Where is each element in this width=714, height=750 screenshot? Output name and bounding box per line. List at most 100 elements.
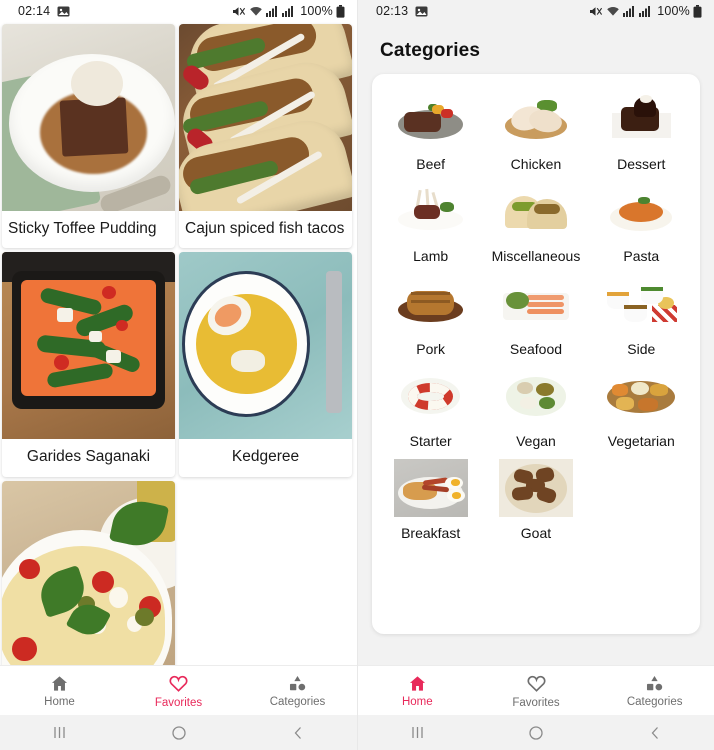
category-item-goat[interactable]: Goat: [483, 453, 588, 545]
status-bar-left: 02:13: [376, 4, 428, 18]
status-bar: 02:13 100%: [358, 0, 714, 22]
tab-favorites[interactable]: Favorites: [477, 673, 596, 709]
category-thumbnail: [498, 459, 573, 518]
page-title: Categories: [380, 40, 481, 61]
signal-icon: [266, 5, 279, 17]
bottom-tab-bar: Home Favorites Categories: [0, 665, 357, 715]
category-item-starter[interactable]: Starter: [378, 361, 483, 453]
home-button[interactable]: [477, 725, 596, 741]
category-thumbnail: [604, 366, 679, 425]
tab-home[interactable]: Home: [0, 674, 119, 708]
favorites-list[interactable]: Sticky Toffee Pudding Cajun spiced fish …: [0, 22, 357, 665]
meal-card[interactable]: Cajun spiced fish tacos: [179, 24, 352, 249]
meal-card[interactable]: Kedgeree: [179, 252, 352, 477]
category-item-miscellaneous[interactable]: Miscellaneous: [483, 176, 588, 268]
category-thumbnail: [393, 90, 468, 148]
category-label: Miscellaneous: [491, 248, 581, 265]
meal-title: Sticky Toffee Pudding: [8, 220, 157, 237]
tab-label: Home: [401, 695, 433, 708]
category-item-pasta[interactable]: Pasta: [589, 176, 694, 268]
category-label: Lamb: [413, 248, 449, 265]
bottom-tab-bar: Home Favorites Categories: [358, 665, 714, 715]
recents-button[interactable]: [358, 725, 477, 740]
status-clock: 02:14: [18, 4, 51, 18]
tab-categories[interactable]: Categories: [595, 674, 714, 708]
heart-icon: [526, 673, 547, 694]
tab-label: Favorites: [512, 696, 560, 709]
meal-title: Garides Saganaki: [26, 448, 151, 466]
tab-categories[interactable]: Categories: [238, 674, 357, 708]
category-item-beef[interactable]: Beef: [378, 84, 483, 176]
category-item-chicken[interactable]: Chicken: [483, 84, 588, 176]
meal-thumbnail: [2, 252, 175, 440]
category-item-breakfast[interactable]: Breakfast: [378, 453, 483, 545]
category-thumbnail: [498, 366, 573, 425]
meal-card[interactable]: Garides Saganaki: [2, 252, 175, 477]
meal-card[interactable]: [2, 480, 175, 665]
back-button[interactable]: [238, 725, 357, 741]
category-item-vegetarian[interactable]: Vegetarian: [589, 361, 694, 453]
category-thumbnail: [393, 366, 468, 425]
signal-icon: [639, 5, 652, 17]
signal-icon: [282, 5, 295, 17]
meal-thumbnail: [2, 24, 175, 211]
tab-favorites[interactable]: Favorites: [119, 673, 238, 709]
category-item-vegan[interactable]: Vegan: [483, 361, 588, 453]
favorites-grid: Sticky Toffee Pudding Cajun spiced fish …: [0, 22, 357, 665]
category-label: Pasta: [623, 248, 660, 265]
category-label: Breakfast: [401, 525, 461, 542]
home-icon: [408, 674, 427, 693]
meal-thumbnail: [179, 252, 352, 440]
home-button[interactable]: [119, 725, 238, 741]
categories-icon: [288, 674, 307, 693]
category-item-seafood[interactable]: Seafood: [483, 269, 588, 361]
meal-title: Kedgeree: [231, 448, 300, 466]
meal-thumbnail: [2, 480, 175, 665]
categories-icon: [645, 674, 664, 693]
category-item-side[interactable]: Side: [589, 269, 694, 361]
category-label: Side: [627, 340, 656, 357]
meal-card[interactable]: Sticky Toffee Pudding: [2, 24, 175, 249]
status-bar-right: 100%: [589, 4, 702, 18]
status-bar-left: 02:14: [18, 4, 70, 18]
right-phone-screen: 02:13 100% Categories Beef Chicken Desse…: [357, 0, 714, 750]
status-bar-right: 100%: [232, 4, 345, 18]
category-label: Starter: [409, 432, 452, 449]
category-label: Seafood: [509, 340, 563, 357]
battery-icon: [336, 4, 345, 18]
tab-label: Categories: [626, 695, 683, 708]
category-item-lamb[interactable]: Lamb: [378, 176, 483, 268]
category-thumbnail: [393, 459, 468, 518]
tab-label: Favorites: [154, 696, 203, 709]
category-label: Beef: [416, 156, 446, 172]
status-bar: 02:14 100%: [0, 0, 357, 22]
back-button[interactable]: [595, 725, 714, 741]
category-item-dessert[interactable]: Dessert: [589, 84, 694, 176]
battery-icon: [693, 4, 702, 18]
heart-icon: [168, 673, 189, 694]
image-icon: [57, 6, 70, 17]
image-icon: [415, 6, 428, 17]
category-label: Vegan: [516, 432, 556, 449]
tab-home[interactable]: Home: [358, 674, 477, 708]
category-label: Dessert: [617, 156, 666, 172]
category-thumbnail: [498, 90, 573, 148]
recents-button[interactable]: [0, 725, 119, 740]
categories-screen-body: Categories Beef Chicken Dessert Lamb Mis…: [358, 22, 714, 665]
signal-icon: [623, 5, 636, 17]
category-item-pork[interactable]: Pork: [378, 269, 483, 361]
tab-label: Categories: [269, 695, 326, 708]
categories-card: Beef Chicken Dessert Lamb Miscellaneous …: [372, 74, 700, 634]
tab-label: Home: [44, 695, 75, 708]
category-thumbnail: [498, 274, 573, 333]
mute-icon: [589, 5, 603, 18]
category-label: Vegetarian: [607, 432, 675, 449]
android-nav-bar: [0, 715, 357, 750]
category-thumbnail: [604, 182, 679, 241]
dual-screenshot: 02:14 100% Sticky Toffee Pudding Cajun s…: [0, 0, 714, 750]
category-thumbnail: [393, 274, 468, 333]
meal-title: Cajun spiced fish tacos: [185, 220, 345, 237]
status-clock: 02:13: [376, 4, 409, 18]
category-label: Goat: [520, 525, 552, 542]
category-thumbnail: [393, 182, 468, 241]
